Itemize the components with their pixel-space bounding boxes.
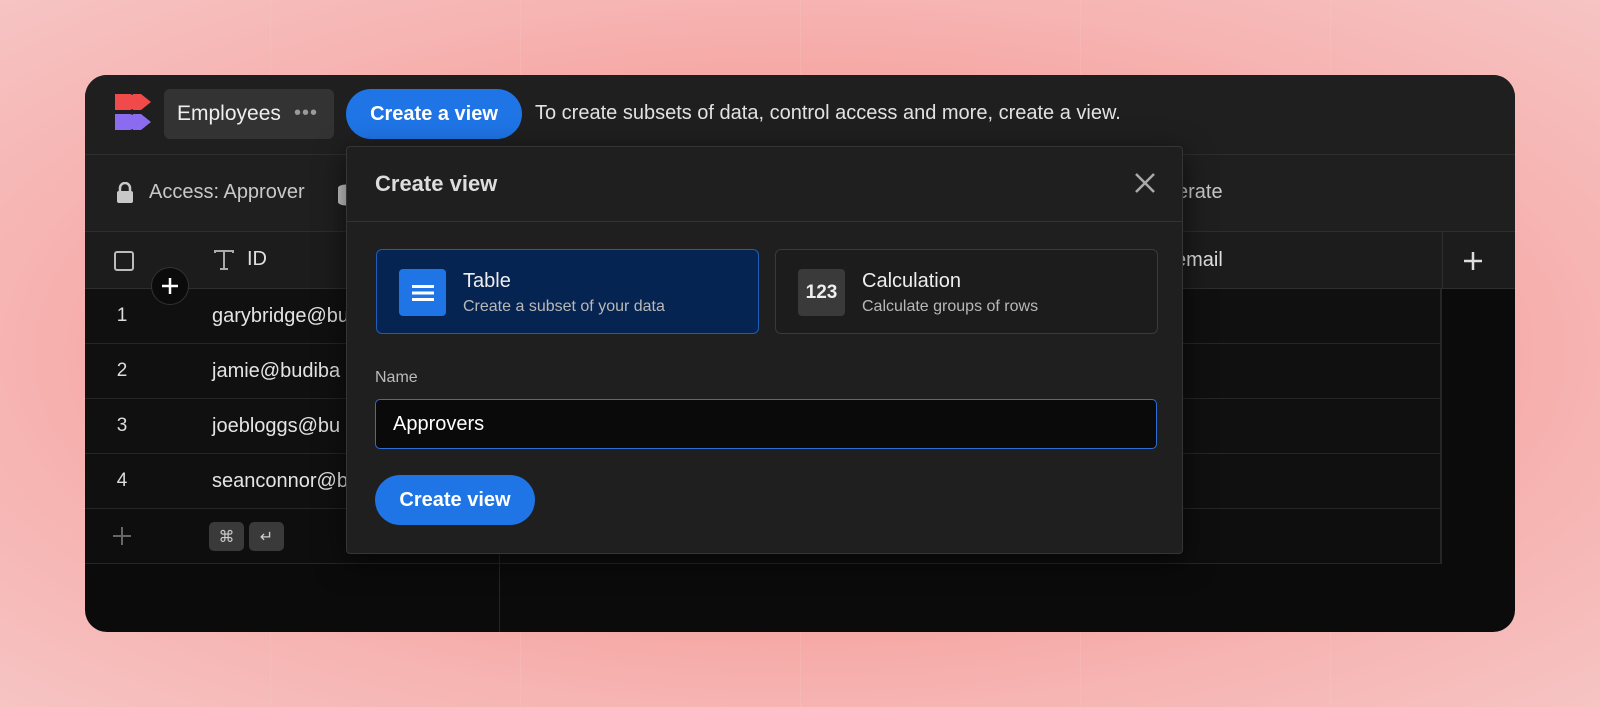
name-field-label: Name (375, 369, 418, 386)
row-id-cell[interactable]: jamie@budiba (212, 360, 340, 383)
select-all-checkbox[interactable] (114, 251, 134, 271)
top-bar: Employees ••• Create a view To create su… (85, 75, 1515, 155)
enter-key-badge: ↵ (249, 522, 284, 551)
create-view-button[interactable]: Create view (375, 475, 535, 525)
row-number: 1 (116, 305, 128, 326)
row-id-cell[interactable]: joebloggs@bu (212, 415, 340, 438)
view-type-option-calculation[interactable]: 123 Calculation Calculate groups of rows (775, 249, 1158, 334)
list-icon (399, 269, 446, 316)
close-button[interactable] (1130, 169, 1160, 199)
modal-header: Create view (347, 147, 1182, 222)
calculation-icon: 123 (798, 269, 845, 316)
row-number: 3 (116, 415, 128, 436)
create-view-hint: To create subsets of data, control acces… (535, 102, 1121, 124)
plus-icon (1463, 251, 1482, 270)
table-tab-label: Employees (177, 102, 281, 125)
row-number: 4 (116, 470, 128, 491)
plus-icon[interactable] (112, 526, 132, 546)
modal-title: Create view (375, 171, 498, 196)
option-subtitle: Create a subset of your data (463, 298, 665, 315)
option-subtitle: Calculate groups of rows (862, 298, 1039, 315)
more-dots-icon[interactable]: ••• (294, 102, 318, 125)
close-icon (1135, 172, 1155, 193)
option-title: Calculation (862, 270, 961, 292)
command-key-badge: ⌘ (209, 522, 244, 551)
column-header-id[interactable]: ID (213, 248, 267, 271)
row-number: 2 (116, 360, 128, 381)
column-header-label: ID (247, 248, 267, 270)
table-tab-employees[interactable]: Employees ••• (164, 89, 334, 139)
create-a-view-button[interactable]: Create a view (346, 89, 522, 139)
budibase-logo-icon (115, 94, 151, 130)
text-type-icon (214, 249, 234, 270)
add-row-floating-button[interactable] (151, 267, 189, 305)
lock-icon (117, 181, 133, 203)
add-column-button[interactable] (1442, 232, 1502, 289)
access-label: Access: Approver (149, 181, 305, 203)
column-divider (1440, 289, 1442, 564)
access-button[interactable]: Access: Approver (115, 181, 305, 204)
option-title: Table (463, 270, 511, 292)
view-type-option-table[interactable]: Table Create a subset of your data (376, 249, 759, 334)
row-id-cell[interactable]: seanconnor@b (212, 470, 348, 493)
create-view-modal: Create view Table Create a subset of you… (346, 146, 1183, 554)
generate-button-label[interactable]: erate (1177, 181, 1223, 204)
plus-icon (162, 278, 178, 294)
view-name-input[interactable] (375, 399, 1157, 449)
row-id-cell[interactable]: garybridge@bu (212, 305, 349, 328)
